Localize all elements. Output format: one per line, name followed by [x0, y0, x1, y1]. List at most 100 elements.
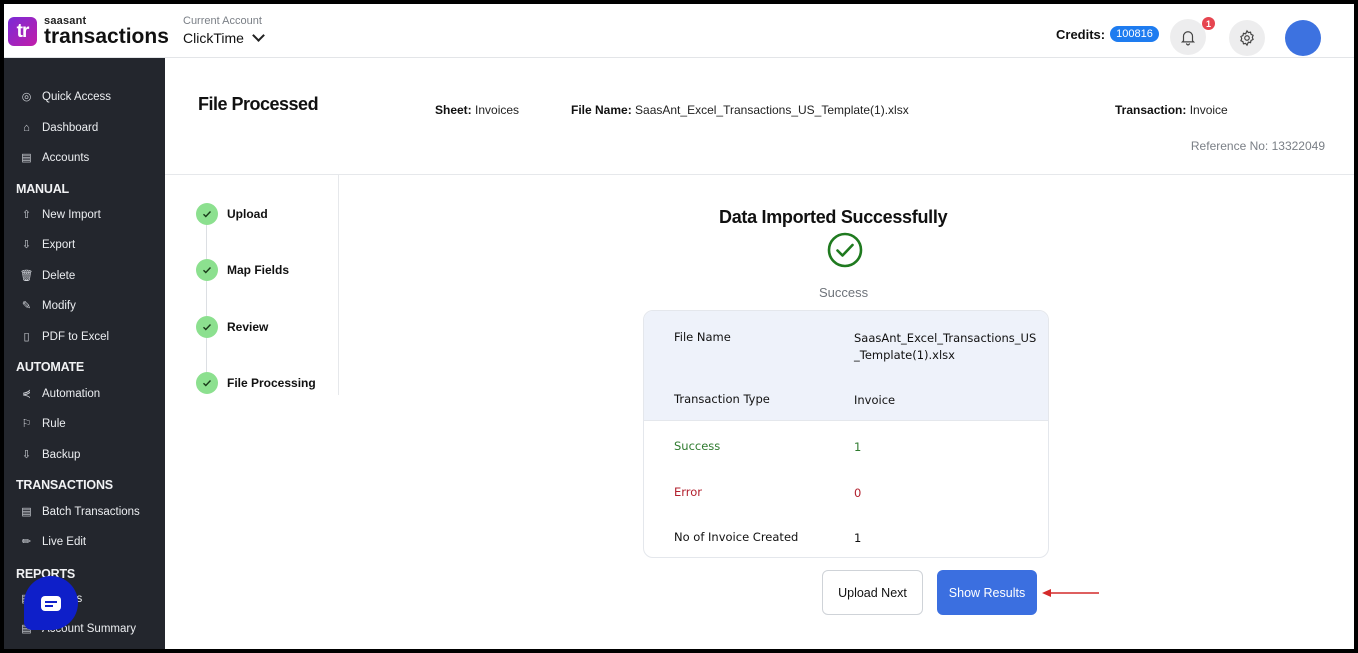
sidebar-item-accounts[interactable]: ▤ Accounts	[20, 151, 90, 165]
home-icon: ⌂	[23, 121, 30, 134]
chat-icon	[41, 595, 61, 611]
sidebar-item-label: Delete	[42, 269, 76, 282]
sidebar-item-backup[interactable]: ⇩ Backup	[20, 448, 80, 462]
section-transactions: TRANSACTIONS	[16, 478, 113, 492]
transaction-value: Invoice	[1189, 103, 1228, 117]
clipboard-icon: ▤	[21, 152, 32, 164]
upload-next-button[interactable]: Upload Next	[822, 570, 923, 615]
annotation-arrow-icon	[1042, 589, 1099, 597]
sidebar-item-label: Rule	[42, 417, 66, 430]
result-title: Data Imported Successfully	[719, 207, 948, 227]
summary-value: 0	[854, 486, 862, 500]
sidebar-item-label: Quick Access	[42, 90, 112, 103]
step-map-fields: Map Fields	[196, 259, 289, 281]
result-status: Success	[819, 285, 869, 300]
avatar[interactable]	[1285, 20, 1321, 56]
sidebar-item-label: Batch Transactions	[42, 505, 140, 518]
sheet-value: Invoices	[475, 103, 520, 117]
show-results-button[interactable]: Show Results	[937, 570, 1037, 615]
sidebar: ◎ Quick Access ⌂ Dashboard ▤ Accounts MA…	[4, 58, 165, 649]
share-nodes-icon: ⋞	[21, 388, 32, 400]
summary-key: Success	[674, 439, 721, 453]
section-automate: AUTOMATE	[16, 360, 85, 374]
step-label: Review	[227, 320, 269, 334]
settings-button[interactable]	[1229, 20, 1265, 56]
file-name-value: SaasAnt_Excel_Transactions_US_Template(1…	[635, 103, 909, 117]
section-manual: MANUAL	[16, 182, 69, 196]
sidebar-item-pdf-to-excel[interactable]: ▯ PDF to Excel	[20, 330, 110, 344]
credits-badge: 100816	[1110, 26, 1159, 42]
credits-label: Credits:	[1056, 26, 1106, 42]
edit-file-icon: ✎	[21, 300, 32, 312]
step-file-processing: File Processing	[196, 372, 316, 394]
check-icon	[196, 203, 218, 225]
chat-widget-button[interactable]	[24, 576, 78, 630]
sidebar-item-quick-access[interactable]: ◎ Quick Access	[20, 90, 112, 104]
rule-icon: ⚐	[21, 418, 32, 430]
sidebar-item-label: Live Edit	[42, 535, 87, 548]
check-icon	[196, 316, 218, 338]
file-name-info: File Name: SaasAnt_Excel_Transactions_US…	[571, 103, 909, 117]
check-icon	[196, 372, 218, 394]
transaction-info: Transaction: Invoice	[1115, 103, 1228, 117]
file-name-label: File Name:	[571, 103, 632, 117]
sidebar-item-modify[interactable]: ✎ Modify	[20, 299, 76, 313]
transaction-label: Transaction:	[1115, 103, 1187, 117]
sidebar-item-label: Accounts	[42, 151, 90, 164]
account-value-row: ClickTime	[183, 29, 265, 46]
pdf-icon: ▯	[23, 331, 30, 343]
summary-key: File Name	[674, 330, 731, 344]
sidebar-item-label: Automation	[42, 387, 101, 400]
sidebar-item-label: New Import	[42, 208, 101, 221]
sidebar-item-rule[interactable]: ⚐ Rule	[20, 417, 66, 431]
chevron-down-icon[interactable]	[252, 29, 265, 42]
sidebar-item-export[interactable]: ⇩ Export	[20, 238, 75, 252]
stepper-line	[206, 215, 207, 385]
cloud-download-icon: ⇩	[21, 449, 32, 461]
sidebar-item-live-edit[interactable]: ✏ Live Edit	[20, 535, 87, 549]
check-icon	[196, 259, 218, 281]
sidebar-item-dashboard[interactable]: ⌂ Dashboard	[20, 121, 98, 134]
logo-text: saasant transactions	[44, 16, 169, 48]
bell-icon	[1180, 31, 1196, 46]
step-label: File Processing	[227, 376, 316, 390]
account-name: ClickTime	[183, 30, 244, 46]
sidebar-item-label: Dashboard	[42, 121, 99, 134]
summary-key: No of Invoice Created	[674, 530, 799, 544]
sidebar-item-delete[interactable]: 🗑 Delete	[19, 269, 76, 283]
sidebar-item-new-import[interactable]: ⇧ New Import	[20, 208, 101, 222]
step-review: Review	[196, 316, 268, 338]
sheet-info: Sheet: Invoices	[435, 103, 519, 117]
cloud-upload-icon: ⇧	[21, 209, 32, 221]
summary-key: Error	[674, 485, 703, 499]
sheet-label: Sheet:	[435, 103, 472, 117]
summary-value: 1	[854, 531, 862, 545]
stepper: Upload Map Fields Review File Processing	[165, 175, 339, 395]
summary-value: 1	[854, 440, 862, 454]
notifications-button[interactable]	[1170, 19, 1206, 55]
sidebar-item-batch-transactions[interactable]: ▤ Batch Transactions	[20, 505, 140, 519]
document-icon: ▤	[21, 506, 32, 518]
summary-value: SaasAnt_Excel_Transactions_US_Template(1…	[854, 331, 1037, 362]
sidebar-item-automation[interactable]: ⋞ Automation	[20, 387, 101, 401]
account-switcher[interactable]: Current Account ClickTime	[183, 15, 265, 46]
pencil-icon: ✏	[21, 536, 32, 548]
credits: Credits: 100816	[1056, 26, 1159, 42]
cloud-download-icon: ⇩	[21, 239, 32, 251]
sidebar-item-label: Modify	[42, 299, 76, 312]
summary-key: Transaction Type	[674, 392, 770, 406]
notification-badge: 1	[1202, 17, 1215, 30]
step-label: Map Fields	[227, 263, 290, 277]
step-label: Upload	[227, 207, 268, 221]
quick-access-icon: ◎	[21, 91, 32, 103]
step-upload: Upload	[196, 203, 268, 225]
logo-badge: tr	[8, 17, 37, 46]
account-label: Current Account	[183, 15, 262, 27]
app-window: tr saasant transactions Current Account …	[4, 4, 1354, 649]
logo[interactable]: tr saasant transactions	[8, 16, 169, 47]
logo-product: transactions	[44, 25, 169, 48]
sidebar-item-label: PDF to Excel	[42, 330, 110, 343]
trash-icon: 🗑	[19, 270, 34, 282]
summary-value: Invoice	[854, 393, 896, 407]
reference-number: Reference No: 13322049	[1190, 139, 1325, 153]
